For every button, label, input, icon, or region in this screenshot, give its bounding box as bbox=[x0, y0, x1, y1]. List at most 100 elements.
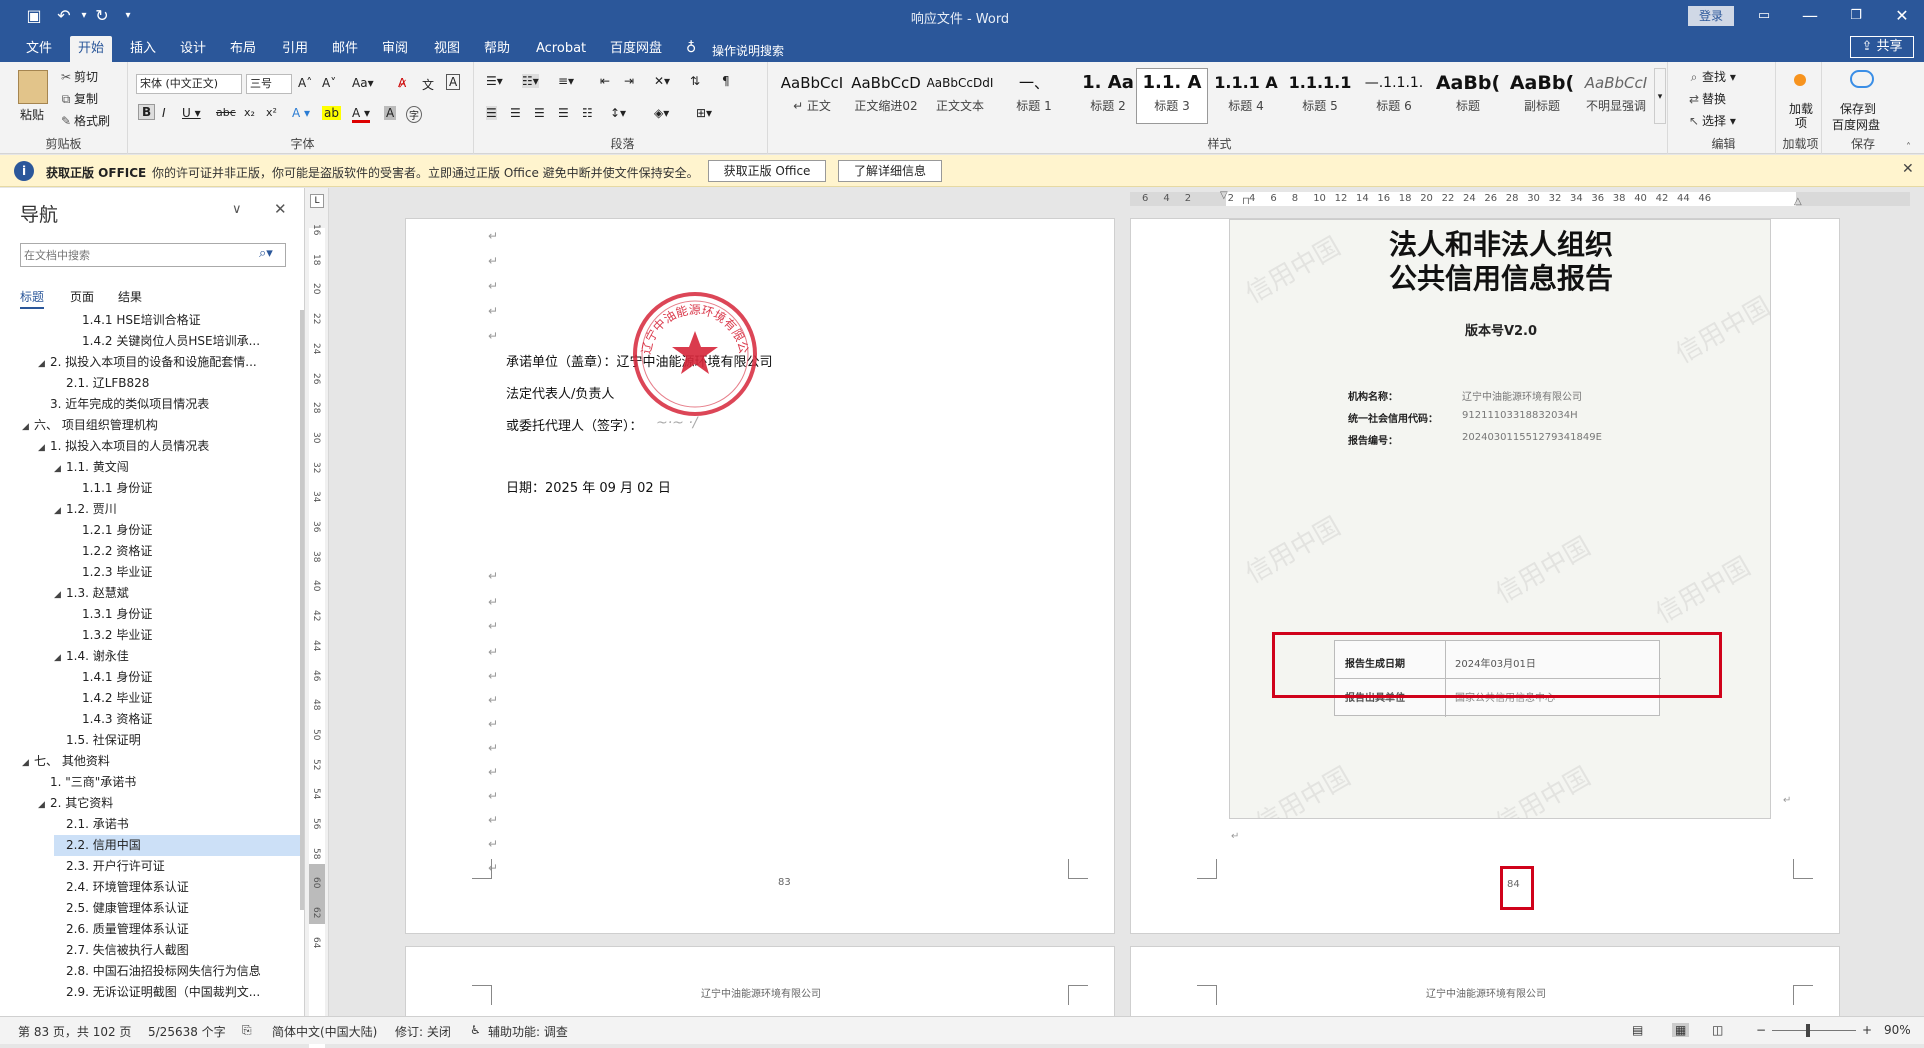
track-changes[interactable]: 修订: 关闭 bbox=[395, 1023, 451, 1040]
nav-search-box[interactable]: ⌕▾ bbox=[20, 243, 286, 267]
close-icon[interactable]: ✕ bbox=[1892, 6, 1912, 26]
style-subtle-emphasis[interactable]: AaBbCcI 不明显强调 bbox=[1580, 68, 1652, 124]
tell-me-search[interactable]: 操作说明搜索 bbox=[712, 42, 784, 59]
nav-heading-item[interactable]: ◢ 1.3. 赵慧斌 bbox=[54, 583, 302, 604]
nav-heading-item[interactable]: 1.3.1 身份证 bbox=[70, 604, 302, 625]
style-heading-2[interactable]: 1. Aa 标题 2 bbox=[1072, 68, 1144, 124]
baidu-netdisk-label[interactable]: 百度网盘 bbox=[1832, 116, 1880, 133]
read-mode-icon[interactable]: ▤ bbox=[1632, 1023, 1643, 1037]
change-case-icon[interactable]: Aa▾ bbox=[352, 76, 374, 90]
language[interactable]: 简体中文(中国大陆) bbox=[272, 1023, 377, 1040]
expand-triangle-icon[interactable]: ◢ bbox=[54, 501, 66, 520]
copy-button[interactable]: ⧉ 复制 bbox=[58, 90, 98, 107]
undo-icon[interactable]: ↶ bbox=[54, 6, 74, 26]
accessibility-status[interactable]: 辅助功能: 调查 bbox=[488, 1023, 568, 1040]
nav-heading-item[interactable]: 2.1. 承诺书 bbox=[54, 814, 302, 835]
save-icon[interactable]: ▣ bbox=[24, 6, 44, 26]
replace-button[interactable]: ⇄ 替换 bbox=[1686, 90, 1726, 107]
borders-icon[interactable]: ⊞▾ bbox=[696, 106, 712, 120]
addins-button[interactable]: 加载项 bbox=[1784, 102, 1818, 130]
login-button[interactable]: 登录 bbox=[1688, 6, 1734, 26]
expand-triangle-icon[interactable]: ◢ bbox=[38, 795, 50, 814]
style-heading-5[interactable]: 1.1.1.1 标题 5 bbox=[1284, 68, 1356, 124]
style-heading-1[interactable]: 一、 标题 1 bbox=[998, 68, 1070, 124]
distributed-icon[interactable]: ☷ bbox=[582, 106, 593, 120]
expand-triangle-icon[interactable]: ◢ bbox=[38, 438, 50, 457]
nav-heading-item[interactable]: 2.4. 环境管理体系认证 bbox=[54, 877, 302, 898]
page-85[interactable]: 辽宁中油能源环境有限公司 bbox=[405, 946, 1115, 1016]
style-title[interactable]: AaBb(标题 bbox=[1432, 68, 1504, 124]
nav-heading-item[interactable]: 1.2.3 毕业证 bbox=[70, 562, 302, 583]
zoom-out-icon[interactable]: − bbox=[1756, 1023, 1766, 1037]
style-heading-6[interactable]: —.1.1.1. 标题 6 bbox=[1358, 68, 1430, 124]
tab-review[interactable]: 审阅 bbox=[374, 38, 416, 60]
save-to-label[interactable]: 保存到 bbox=[1840, 100, 1876, 117]
collapse-ribbon-icon[interactable]: ˄ bbox=[1906, 142, 1911, 153]
nav-heading-item[interactable]: 2.6. 质量管理体系认证 bbox=[54, 919, 302, 940]
redo-icon[interactable]: ↻ bbox=[92, 6, 112, 26]
tab-acrobat[interactable]: Acrobat bbox=[528, 38, 594, 60]
expand-triangle-icon[interactable]: ◢ bbox=[38, 354, 50, 373]
font-size-select[interactable]: 三号 bbox=[246, 74, 292, 94]
enclose-char-icon[interactable]: 字 bbox=[406, 106, 422, 123]
tab-selector[interactable]: L bbox=[310, 194, 324, 208]
nav-heading-item[interactable]: 1.4.2 关键岗位人员HSE培训承... bbox=[70, 331, 302, 352]
clear-format-icon[interactable]: A̷ bbox=[398, 76, 406, 90]
subscript-button[interactable]: x₂ bbox=[244, 106, 255, 119]
tab-help[interactable]: 帮助 bbox=[476, 38, 518, 60]
grow-font-icon[interactable]: A˄ bbox=[298, 76, 312, 90]
expand-triangle-icon[interactable]: ◢ bbox=[54, 459, 66, 478]
style-heading-3[interactable]: 1.1. A 标题 3 bbox=[1136, 68, 1208, 124]
nav-heading-item[interactable]: 2.1. 辽LFB828 bbox=[54, 373, 302, 394]
nav-heading-item[interactable]: 2.3. 开户行许可证 bbox=[54, 856, 302, 877]
numbering-icon[interactable]: ☷▾ bbox=[522, 74, 539, 88]
ribbon-display-icon[interactable]: ▭ bbox=[1754, 6, 1774, 26]
page-count[interactable]: 第 83 页，共 102 页 bbox=[18, 1023, 131, 1040]
tab-mailings[interactable]: 邮件 bbox=[324, 38, 366, 60]
nav-heading-item[interactable]: 2.9. 无诉讼证明截图（中国裁判文... bbox=[54, 982, 302, 1003]
search-icon[interactable]: ⌕▾ bbox=[259, 246, 273, 261]
nav-heading-item[interactable]: ◢ 1.4. 谢永佳 bbox=[54, 646, 302, 667]
tab-layout[interactable]: 布局 bbox=[222, 38, 264, 60]
nav-heading-item[interactable]: 1.3.2 毕业证 bbox=[70, 625, 302, 646]
left-indent-marker[interactable]: ⊓ bbox=[1242, 196, 1250, 207]
align-center-icon[interactable]: ☰ bbox=[510, 106, 521, 120]
customize-toolbar-icon[interactable]: ▾ bbox=[118, 6, 138, 26]
restore-icon[interactable]: ❐ bbox=[1846, 6, 1866, 26]
nav-options-icon[interactable]: ∨ bbox=[232, 202, 242, 217]
styles-more-icon[interactable]: ▾ bbox=[1654, 68, 1666, 124]
nav-heading-item[interactable]: ◢ 1.2. 贾川 bbox=[54, 499, 302, 520]
shrink-font-icon[interactable]: A˅ bbox=[322, 76, 336, 90]
shading-icon[interactable]: ◈▾ bbox=[654, 106, 669, 120]
align-left-icon[interactable]: ☰ bbox=[486, 106, 497, 120]
nav-heading-item[interactable]: ◢ 1.1. 黄文闯 bbox=[54, 457, 302, 478]
style-heading-4[interactable]: 1.1.1 A 标题 4 bbox=[1210, 68, 1282, 124]
chinese-layout-icon[interactable]: ✕▾ bbox=[654, 74, 670, 88]
nav-heading-item[interactable]: ◢ 七、 其他资料 bbox=[22, 751, 272, 772]
nav-heading-item[interactable]: 1.1.1 身份证 bbox=[70, 478, 302, 499]
tab-references[interactable]: 引用 bbox=[274, 38, 316, 60]
phonetic-guide-icon[interactable]: 文 bbox=[422, 76, 434, 93]
page-84[interactable]: 信用中国 信用中国 信用中国 信用中国 信用中国 信用中国 信用中国 法人和非法… bbox=[1130, 218, 1840, 934]
zoom-level[interactable]: 90% bbox=[1884, 1023, 1911, 1037]
nav-heading-item[interactable]: 1.2.2 资格证 bbox=[70, 541, 302, 562]
right-indent-marker[interactable]: △ bbox=[1794, 196, 1802, 207]
share-button[interactable]: ⇪ 共享 bbox=[1850, 36, 1914, 58]
nav-heading-item[interactable]: ◢ 1. 拟投入本项目的人员情况表 bbox=[38, 436, 288, 457]
nav-heading-item[interactable]: ◢ 2. 其它资料 bbox=[38, 793, 288, 814]
paste-button[interactable]: 粘贴 bbox=[20, 106, 44, 123]
print-layout-icon[interactable]: ▦ bbox=[1672, 1023, 1690, 1037]
tab-design[interactable]: 设计 bbox=[172, 38, 214, 60]
nav-tab-headings[interactable]: 标题 bbox=[20, 288, 45, 309]
multilevel-list-icon[interactable]: ≡▾ bbox=[558, 74, 574, 88]
nav-heading-item[interactable]: 2.2. 信用中国 bbox=[54, 835, 302, 856]
close-message-icon[interactable]: ✕ bbox=[1902, 161, 1914, 177]
nav-tab-results[interactable]: 结果 bbox=[118, 288, 142, 305]
undo-dropdown-icon[interactable]: ▾ bbox=[74, 6, 94, 26]
get-genuine-button[interactable]: 获取正版 Office bbox=[708, 160, 826, 182]
underline-button[interactable]: U ▾ bbox=[182, 106, 201, 120]
font-color-icon[interactable]: A ▾ bbox=[352, 106, 371, 123]
font-name-select[interactable]: 宋体 (中文正文) bbox=[136, 74, 242, 94]
expand-triangle-icon[interactable]: ◢ bbox=[22, 753, 34, 772]
char-border-icon[interactable]: A bbox=[446, 74, 461, 90]
